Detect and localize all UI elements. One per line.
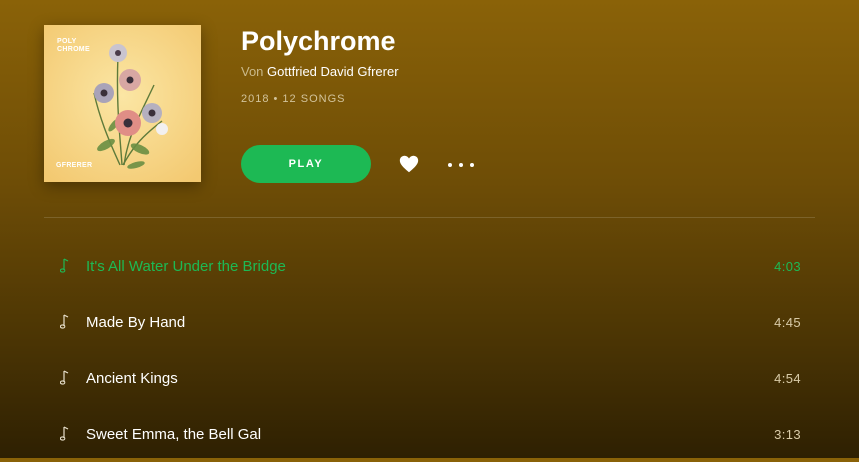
album-title: Polychrome bbox=[241, 26, 396, 56]
artist-link[interactable]: Gottfried David Gfrerer bbox=[267, 64, 399, 79]
music-note-icon bbox=[60, 258, 69, 273]
track-name: It's All Water Under the Bridge bbox=[86, 258, 286, 275]
track-name: Sweet Emma, the Bell Gal bbox=[86, 426, 262, 443]
track-list: It's All Water Under the Bridge 4:03 Mad… bbox=[44, 238, 815, 462]
album-meta: 2018 • 12 SONGS bbox=[241, 93, 346, 105]
album-byline: Von Gottfried David Gfrerer bbox=[241, 64, 399, 79]
cover-title-text: POLY CHROME bbox=[57, 38, 90, 53]
track-duration: 4:03 bbox=[774, 259, 801, 274]
cover-artist-text: GFRERER bbox=[56, 162, 93, 169]
track-row[interactable]: Ancient Kings 4:54 bbox=[44, 350, 815, 406]
music-note-icon bbox=[60, 426, 69, 441]
track-duration: 4:54 bbox=[774, 371, 801, 386]
play-button[interactable]: PLAY bbox=[241, 145, 371, 183]
album-cover: POLY CHROME GFRERER bbox=[44, 25, 201, 182]
track-row[interactable]: Sweet Emma, the Bell Gal 3:13 bbox=[44, 406, 815, 462]
track-duration: 3:13 bbox=[774, 427, 801, 442]
by-label: Von bbox=[241, 64, 264, 79]
track-duration: 4:45 bbox=[774, 315, 801, 330]
music-note-icon bbox=[60, 314, 69, 329]
more-options-icon[interactable] bbox=[448, 158, 474, 172]
heart-icon[interactable] bbox=[398, 153, 420, 175]
track-name: Ancient Kings bbox=[86, 370, 178, 387]
track-row[interactable]: It's All Water Under the Bridge 4:03 bbox=[44, 238, 815, 294]
music-note-icon bbox=[60, 370, 69, 385]
track-name: Made By Hand bbox=[86, 314, 186, 331]
track-row[interactable]: Made By Hand 4:45 bbox=[44, 294, 815, 350]
divider bbox=[44, 217, 815, 218]
